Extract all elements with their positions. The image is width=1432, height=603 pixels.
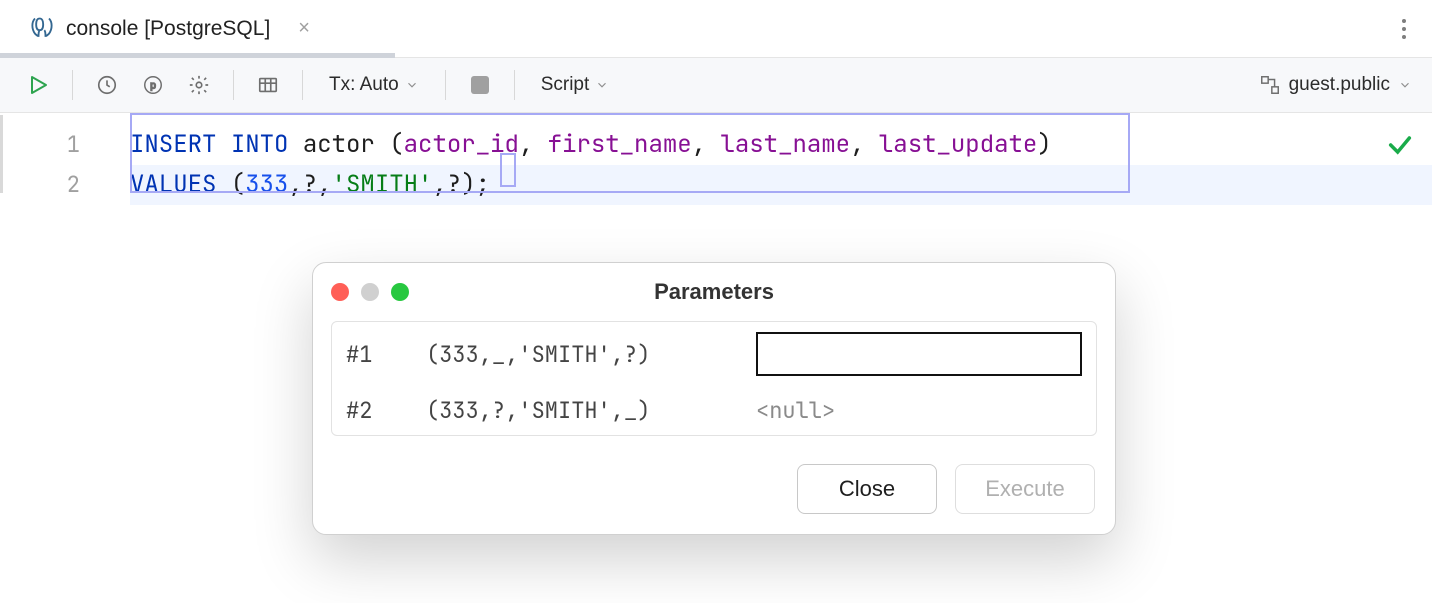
postgresql-icon (28, 15, 56, 43)
schema-label: guest.public (1289, 74, 1390, 96)
param-index: #2 (346, 396, 416, 425)
line-gutter: 1 2 (0, 113, 130, 205)
more-menu-icon[interactable] (1402, 19, 1406, 39)
plan-icon[interactable]: p (135, 67, 171, 103)
code-line-2: VALUES (333,?,'SMITH',?); (130, 165, 1432, 205)
toolbar-divider (302, 70, 303, 100)
dialog-titlebar[interactable]: Parameters (313, 263, 1115, 321)
toolbar-divider (445, 70, 446, 100)
param-value-input[interactable] (756, 332, 1082, 376)
sql-editor[interactable]: 1 2 INSERT INTO actor (actor_id, first_n… (0, 113, 1432, 205)
run-button[interactable] (20, 67, 56, 103)
history-icon[interactable] (89, 67, 125, 103)
toolbar-divider (72, 70, 73, 100)
schema-icon (1259, 74, 1281, 96)
tab-console[interactable]: console [PostgreSQL] × (0, 0, 328, 57)
chevron-down-icon (1398, 78, 1412, 92)
close-icon[interactable]: × (298, 17, 310, 40)
schema-selector[interactable]: guest.public (1259, 74, 1412, 96)
chevron-down-icon (405, 78, 419, 92)
output-mode-label: Script (541, 74, 590, 96)
close-button[interactable]: Close (797, 464, 937, 514)
svg-text:p: p (150, 81, 156, 92)
tab-title: console [PostgreSQL] (66, 17, 270, 41)
parameters-dialog: Parameters #1 (333,_,'SMITH',?) #2 (333,… (312, 262, 1116, 535)
line-number: 1 (0, 125, 80, 165)
stop-button[interactable] (462, 67, 498, 103)
parameters-table: #1 (333,_,'SMITH',?) #2 (333,?,'SMITH',_… (331, 321, 1097, 436)
execute-button[interactable]: Execute (955, 464, 1095, 514)
toolbar-divider (514, 70, 515, 100)
dialog-title: Parameters (313, 279, 1115, 305)
inspection-ok-icon[interactable] (1386, 131, 1414, 159)
sql-toolbar: p Tx: Auto Script guest.public (0, 58, 1432, 113)
dialog-footer: Close Execute (313, 448, 1115, 534)
line-number: 2 (0, 165, 80, 205)
settings-icon[interactable] (181, 67, 217, 103)
tab-active-underline (0, 53, 395, 58)
chevron-down-icon (595, 78, 609, 92)
parameter-row[interactable]: #1 (333,_,'SMITH',?) (332, 322, 1096, 386)
table-icon[interactable] (250, 67, 286, 103)
param-value: <null> (756, 396, 1082, 425)
param-context: (333,_,'SMITH',?) (426, 340, 746, 369)
tx-mode-label: Tx: Auto (329, 74, 399, 96)
param-context: (333,?,'SMITH',_) (426, 396, 746, 425)
param-index: #1 (346, 340, 416, 369)
gutter-change-marker (0, 115, 3, 193)
parameter-row[interactable]: #2 (333,?,'SMITH',_) <null> (332, 386, 1096, 435)
code-area[interactable]: INSERT INTO actor (actor_id, first_name,… (130, 113, 1432, 205)
code-line-1: INSERT INTO actor (actor_id, first_name,… (130, 125, 1432, 165)
output-mode-dropdown[interactable]: Script (531, 67, 620, 103)
tx-mode-dropdown[interactable]: Tx: Auto (319, 67, 429, 103)
toolbar-divider (233, 70, 234, 100)
editor-tabbar: console [PostgreSQL] × (0, 0, 1432, 58)
